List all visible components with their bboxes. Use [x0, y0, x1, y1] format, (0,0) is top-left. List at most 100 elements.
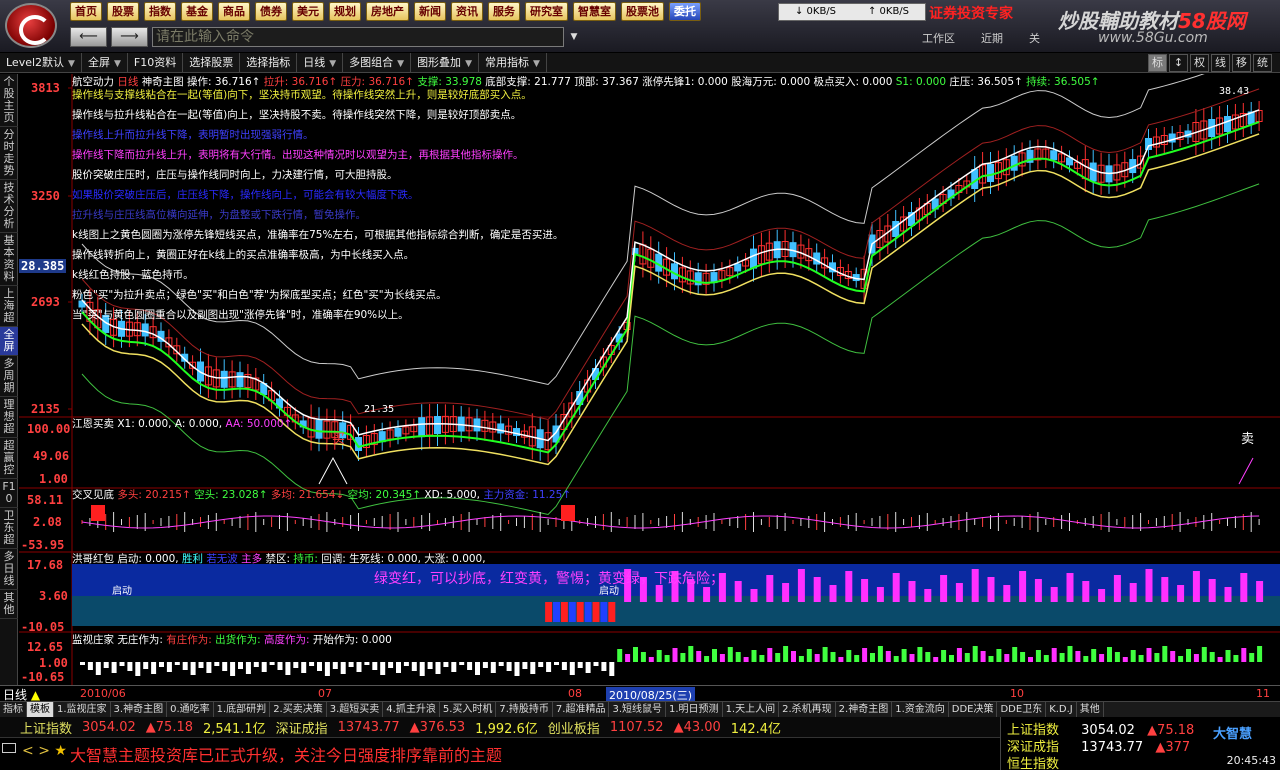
panel4-bar [490, 662, 496, 673]
vertical-tab-3[interactable]: 基本资料 [0, 233, 18, 286]
vertical-tab-8[interactable]: 超赢控 [0, 438, 18, 479]
vertical-tab-12[interactable]: 其他 [0, 590, 18, 619]
menu-item-12[interactable]: 研究室 [525, 2, 568, 21]
formula-tab-12[interactable]: 3.短线鼠号 [609, 702, 667, 718]
formula-tab-8[interactable]: 4.抓主升浪 [383, 702, 440, 718]
toolbar-item-1[interactable]: 全屏 ▼ [82, 53, 128, 73]
panel4-bar [1217, 657, 1223, 662]
menu-item-8[interactable]: 房地产 [366, 2, 409, 21]
toolbar-right-buttons: 标 ↕ 权线移统 [1148, 53, 1272, 72]
formula-tab-17[interactable]: 1.资金流向 [892, 702, 949, 718]
panel3-bar [608, 602, 616, 622]
formula-tab-13[interactable]: 1.明日预测 [666, 702, 723, 718]
low-price-label: 21.35 [364, 404, 395, 415]
menu-item-15[interactable]: 委托 [669, 2, 701, 21]
panel4-bar [1091, 649, 1097, 662]
toolbar-right-btn-5[interactable]: 统 [1253, 54, 1272, 72]
toolbar-item-label-2: F10资料 [133, 56, 177, 69]
mail-icon[interactable] [2, 743, 16, 753]
vertical-tab-7[interactable]: 理想超 [0, 397, 18, 438]
formula-tab-7[interactable]: 3.超短买卖 [327, 702, 384, 718]
menu-item-6[interactable]: 美元 [292, 2, 324, 21]
vertical-tab-5[interactable]: 全屏 [0, 327, 18, 356]
top-right-item-0[interactable]: 工作区 [922, 30, 955, 46]
vertical-tab-11[interactable]: 多日线 [0, 549, 18, 590]
app-logo-icon[interactable] [5, 3, 57, 48]
toolbar-item-7[interactable]: 图形叠加 ▼ [411, 53, 479, 73]
formula-tab-1[interactable]: 模板 [27, 702, 54, 718]
vertical-tab-0[interactable]: 个股主页 [0, 74, 18, 127]
candle-body [987, 164, 994, 183]
toolbar-item-3[interactable]: 选择股票 [183, 53, 241, 73]
menu-item-1[interactable]: 股票 [107, 2, 139, 21]
top-right-item-2[interactable]: 关 [1029, 30, 1040, 46]
menu-item-0[interactable]: 首页 [70, 2, 102, 21]
panel4-bar [719, 654, 725, 662]
toolbar-right-btn-1[interactable]: ↕ [1169, 54, 1188, 72]
toolbar-item-5[interactable]: 日线 ▼ [297, 53, 344, 73]
formula-tab-6[interactable]: 2.买卖决策 [270, 702, 327, 718]
annotation-line-5: 如果股价突破庄压后，庄压线下降，操作线向上，可能会有较大幅度下跌。 [72, 189, 419, 201]
menu-item-2[interactable]: 指数 [144, 2, 176, 21]
ticker-star-icon[interactable]: ★ [54, 743, 67, 759]
toolbar-item-0[interactable]: Level2默认 ▼ [0, 53, 82, 73]
formula-tab-14[interactable]: 1.天上人间 [723, 702, 780, 718]
vertical-tab-2[interactable]: 技术分析 [0, 180, 18, 233]
top-right-item-1[interactable]: 近期 [981, 30, 1003, 46]
ticker-message[interactable]: 大智慧主题投资库已正式升级，关注今日强度排序靠前的主题 [70, 742, 502, 766]
formula-tab-15[interactable]: 2.杀机再现 [779, 702, 836, 718]
menu-item-14[interactable]: 股票池 [621, 2, 664, 21]
menu-item-11[interactable]: 服务 [488, 2, 520, 21]
toolbar-right-btn-0[interactable]: 标 [1148, 54, 1167, 72]
formula-tab-19[interactable]: DDE卫东 [997, 702, 1047, 718]
candle-body [1224, 116, 1231, 132]
menu-item-9[interactable]: 新闻 [414, 2, 446, 21]
formula-tab-10[interactable]: 7.持股持币 [496, 702, 553, 718]
toolbar-item-2[interactable]: F10资料 [128, 53, 184, 73]
toolbar-item-6[interactable]: 多图组合 ▼ [343, 53, 412, 73]
formula-tab-16[interactable]: 2.神奇主图 [836, 702, 893, 718]
menu-item-13[interactable]: 智慧室 [573, 2, 616, 21]
sh-index-name[interactable]: 上证指数 [20, 718, 72, 737]
toolbar-right-btn-4[interactable]: 移 [1232, 54, 1251, 72]
formula-tab-0[interactable]: 指标 [0, 702, 27, 718]
command-dropdown-icon[interactable]: ▼ [568, 27, 580, 47]
ticker-controls[interactable]: < > ★ [22, 743, 67, 759]
right-index-row-3[interactable]: 恒生指数 [1007, 753, 1059, 770]
menu-item-7[interactable]: 规划 [329, 2, 361, 21]
chart-area[interactable]: 3813 3250 28.385 2693 2135 航空动力 日线 神奇主图 … [19, 74, 1280, 685]
formula-tab-21[interactable]: 其他 [1077, 702, 1104, 718]
vertical-tab-1[interactable]: 分时走势 [0, 127, 18, 180]
toolbar-right-btn-3[interactable]: 线 [1211, 54, 1230, 72]
formula-tab-5[interactable]: 1.底部研判 [214, 702, 271, 718]
formula-tab-9[interactable]: 5.买入时机 [440, 702, 497, 718]
formula-tab-11[interactable]: 7.超准精品 [553, 702, 610, 718]
formula-tab-2[interactable]: 1.监视庄家 [54, 702, 111, 718]
toolbar-item-8[interactable]: 常用指标 ▼ [479, 53, 547, 73]
panel4-bar [877, 646, 883, 662]
menu-item-5[interactable]: 债券 [255, 2, 287, 21]
formula-tab-20[interactable]: K.D.J [1046, 702, 1077, 718]
formula-tab-18[interactable]: DDE决策 [949, 702, 998, 718]
menu-item-4[interactable]: 商品 [218, 2, 250, 21]
vertical-tab-10[interactable]: 卫东超 [0, 508, 18, 549]
toolbar-item-4[interactable]: 选择指标 [240, 53, 298, 73]
toolbar-right-btn-2[interactable]: 权 [1190, 54, 1209, 72]
back-arrow-icon[interactable]: ⟵ [70, 27, 107, 47]
ticker-next-icon[interactable]: > [38, 743, 50, 759]
menu-item-10[interactable]: 资讯 [451, 2, 483, 21]
vertical-tab-4[interactable]: 上海超 [0, 286, 18, 327]
sz-index-name[interactable]: 深证成指 [276, 718, 328, 737]
vertical-tab-9[interactable]: F10 [0, 479, 18, 508]
panel4-bar [633, 647, 638, 662]
command-input[interactable]: 请在此输入命令 [152, 27, 564, 47]
ticker-prev-icon[interactable]: < [22, 743, 34, 759]
formula-tab-4[interactable]: 0.通吃率 [167, 702, 214, 718]
formula-tab-3[interactable]: 3.神奇主图 [111, 702, 168, 718]
forward-arrow-icon[interactable]: ⟶ [111, 27, 148, 47]
vertical-tab-6[interactable]: 多周期 [0, 356, 18, 397]
panel2-marker [561, 505, 575, 521]
cy-index-name[interactable]: 创业板指 [548, 718, 600, 737]
menu-item-3[interactable]: 基金 [181, 2, 213, 21]
panel3-bar [971, 569, 979, 602]
